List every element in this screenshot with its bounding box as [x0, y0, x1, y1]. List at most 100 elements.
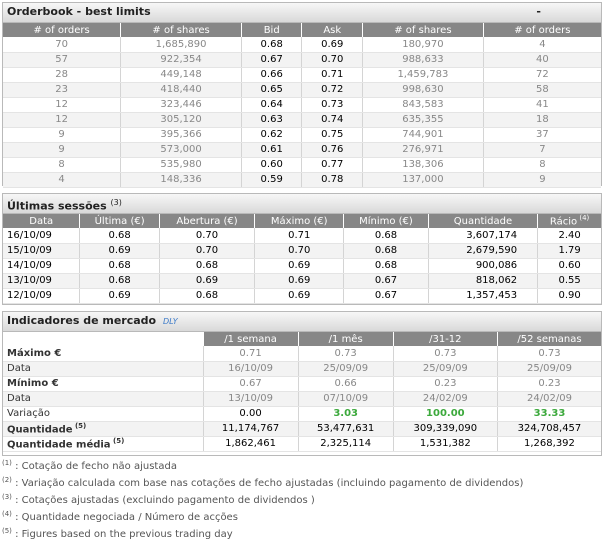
indicators-row-label: Quantidade média (5) [3, 436, 204, 452]
orderbook-cell: 57 [3, 52, 122, 68]
sessions-cell: 14/10/09 [3, 258, 81, 274]
orderbook-cell: 988,633 [362, 52, 484, 68]
orderbook-cell: 8 [483, 157, 601, 173]
indicators-cell: 53,477,631 [298, 421, 394, 437]
indicators-cell: 100.00 [393, 406, 498, 422]
sessions-column-header: Data [3, 214, 81, 228]
orderbook-cell: 323,446 [120, 97, 242, 113]
footnote: (5) : Figures based on the previous trad… [2, 526, 602, 543]
orderbook-cell: 0.63 [241, 112, 303, 128]
sessions-cell: 12/10/09 [3, 288, 81, 304]
collapse-button[interactable]: - [536, 3, 541, 21]
indicators-cell: 13/10/09 [203, 391, 299, 407]
sessions-cell: 0.69 [254, 258, 345, 274]
sessions-cell: 2.40 [537, 228, 601, 244]
indicators-cell: 0.73 [497, 346, 601, 362]
sessions-cell: 900,086 [428, 258, 539, 274]
orderbook-cell: 0.59 [241, 172, 303, 188]
indicators-cell: 0.67 [203, 376, 299, 392]
sessions-cell: 0.69 [79, 243, 160, 259]
footnote-number: (5) [2, 527, 12, 535]
sessions-cell: 1.79 [537, 243, 601, 259]
orderbook-cell: 41 [483, 97, 601, 113]
indicators-table: /1 semana/1 mês/31-12/52 semanas Máximo … [3, 332, 601, 452]
sessions-cell: 13/10/09 [3, 273, 81, 289]
sessions-column-header: Mínimo (€) [343, 214, 429, 228]
sessions-cell: 0.68 [79, 273, 160, 289]
orderbook-cell: 744,901 [362, 127, 484, 143]
orderbook-cell: 635,355 [362, 112, 484, 128]
orderbook-column-header: # of orders [483, 23, 601, 37]
indicators-panel: Indicadores de mercado DLY /1 semana/1 m… [2, 311, 602, 456]
orderbook-cell: 0.67 [241, 52, 303, 68]
orderbook-cell: 0.66 [241, 67, 303, 83]
footnote-number: (1) [2, 459, 12, 467]
orderbook-cell: 535,980 [120, 157, 242, 173]
indicators-row: Data 13/10/09 07/10/09 24/02/09 24/02/09 [3, 391, 601, 407]
indicators-row-label: Quantidade (5) [3, 421, 204, 437]
orderbook-cell: 418,440 [120, 82, 242, 98]
indicators-column-header: /31-12 [393, 332, 498, 346]
sessions-column-header: Máximo (€) [254, 214, 345, 228]
sessions-column-header: Abertura (€) [159, 214, 256, 228]
orderbook-table: # of orders # of shares Bid Ask # of shares #… [3, 23, 601, 188]
sessions-cell: 1,357,453 [428, 288, 539, 304]
sessions-column-header: Rácio (4) [537, 214, 601, 228]
sessions-cell: 0.71 [254, 228, 345, 244]
orderbook-column-header: Ask [301, 23, 364, 37]
orderbook-column-header: Bid [241, 23, 303, 37]
orderbook-cell: 40 [483, 52, 601, 68]
orderbook-cell: 4 [483, 37, 601, 53]
orderbook-cell: 276,971 [362, 142, 484, 158]
orderbook-cell: 0.69 [301, 37, 364, 53]
orderbook-cell: 9 [483, 172, 601, 188]
indicators-cell: 07/10/09 [298, 391, 394, 407]
orderbook-column-header: # of shares [362, 23, 484, 37]
ratio-note: (4) [577, 214, 590, 223]
orderbook-cell: 843,583 [362, 97, 484, 113]
orderbook-title: Orderbook - best limits [7, 5, 151, 18]
orderbook-cell: 0.61 [241, 142, 303, 158]
indicators-row-label: Máximo € [3, 346, 204, 362]
indicators-row-label: Mínimo € [3, 376, 204, 392]
orderbook-cell: 922,354 [120, 52, 242, 68]
footnote-text: : Cotação de fecho não ajustada [11, 461, 177, 472]
orderbook-cell: 0.75 [301, 127, 364, 143]
footnote-number: (3) [2, 493, 12, 501]
indicators-cell: 2,325,114 [298, 436, 394, 452]
orderbook-cell: 12 [3, 112, 122, 128]
footnote-text: : Figures based on the previous trading … [11, 529, 233, 540]
orderbook-cell: 70 [3, 37, 122, 53]
sessions-cell: 0.68 [79, 228, 160, 244]
sessions-cell: 0.67 [343, 288, 429, 304]
orderbook-cell: 0.71 [301, 67, 364, 83]
indicators-row-note: (5) [72, 421, 87, 430]
footnotes: (1) : Cotação de fecho não ajustada (2) :… [2, 458, 602, 543]
sessions-title: Últimas sessões [7, 199, 107, 213]
dly-tag[interactable]: DLY [163, 317, 178, 326]
orderbook-cell: 9 [3, 142, 122, 158]
sessions-cell: 0.60 [537, 258, 601, 274]
sessions-column-header: Quantidade [428, 214, 539, 228]
orderbook-header: Orderbook - best limits - [3, 3, 601, 23]
indicators-cell: 1,531,382 [393, 436, 498, 452]
sessions-cell: 3,607,174 [428, 228, 539, 244]
sessions-cell: 15/10/09 [3, 243, 81, 259]
orderbook-cell: 449,148 [120, 67, 242, 83]
orderbook-cell: 998,630 [362, 82, 484, 98]
indicators-blank-header [3, 332, 204, 346]
indicators-cell: 309,339,090 [393, 421, 498, 437]
orderbook-cell: 0.77 [301, 157, 364, 173]
orderbook-row: 12 323,446 0.64 0.73 843,583 41 [3, 97, 601, 113]
orderbook-cell: 1,685,890 [120, 37, 242, 53]
indicators-cell: 11,174,767 [203, 421, 299, 437]
orderbook-row: 57 922,354 0.67 0.70 988,633 40 [3, 52, 601, 68]
orderbook-cell: 9 [3, 127, 122, 143]
orderbook-row: 23 418,440 0.65 0.72 998,630 58 [3, 82, 601, 98]
footnote: (1) : Cotação de fecho não ajustada [2, 458, 602, 475]
orderbook-row: 28 449,148 0.66 0.71 1,459,783 72 [3, 67, 601, 83]
orderbook-row: 8 535,980 0.60 0.77 138,306 8 [3, 157, 601, 173]
orderbook-cell: 395,366 [120, 127, 242, 143]
sessions-row: 14/10/09 0.68 0.68 0.69 0.68 900,086 0.60 [3, 258, 601, 274]
footnote-number: (2) [2, 476, 12, 484]
